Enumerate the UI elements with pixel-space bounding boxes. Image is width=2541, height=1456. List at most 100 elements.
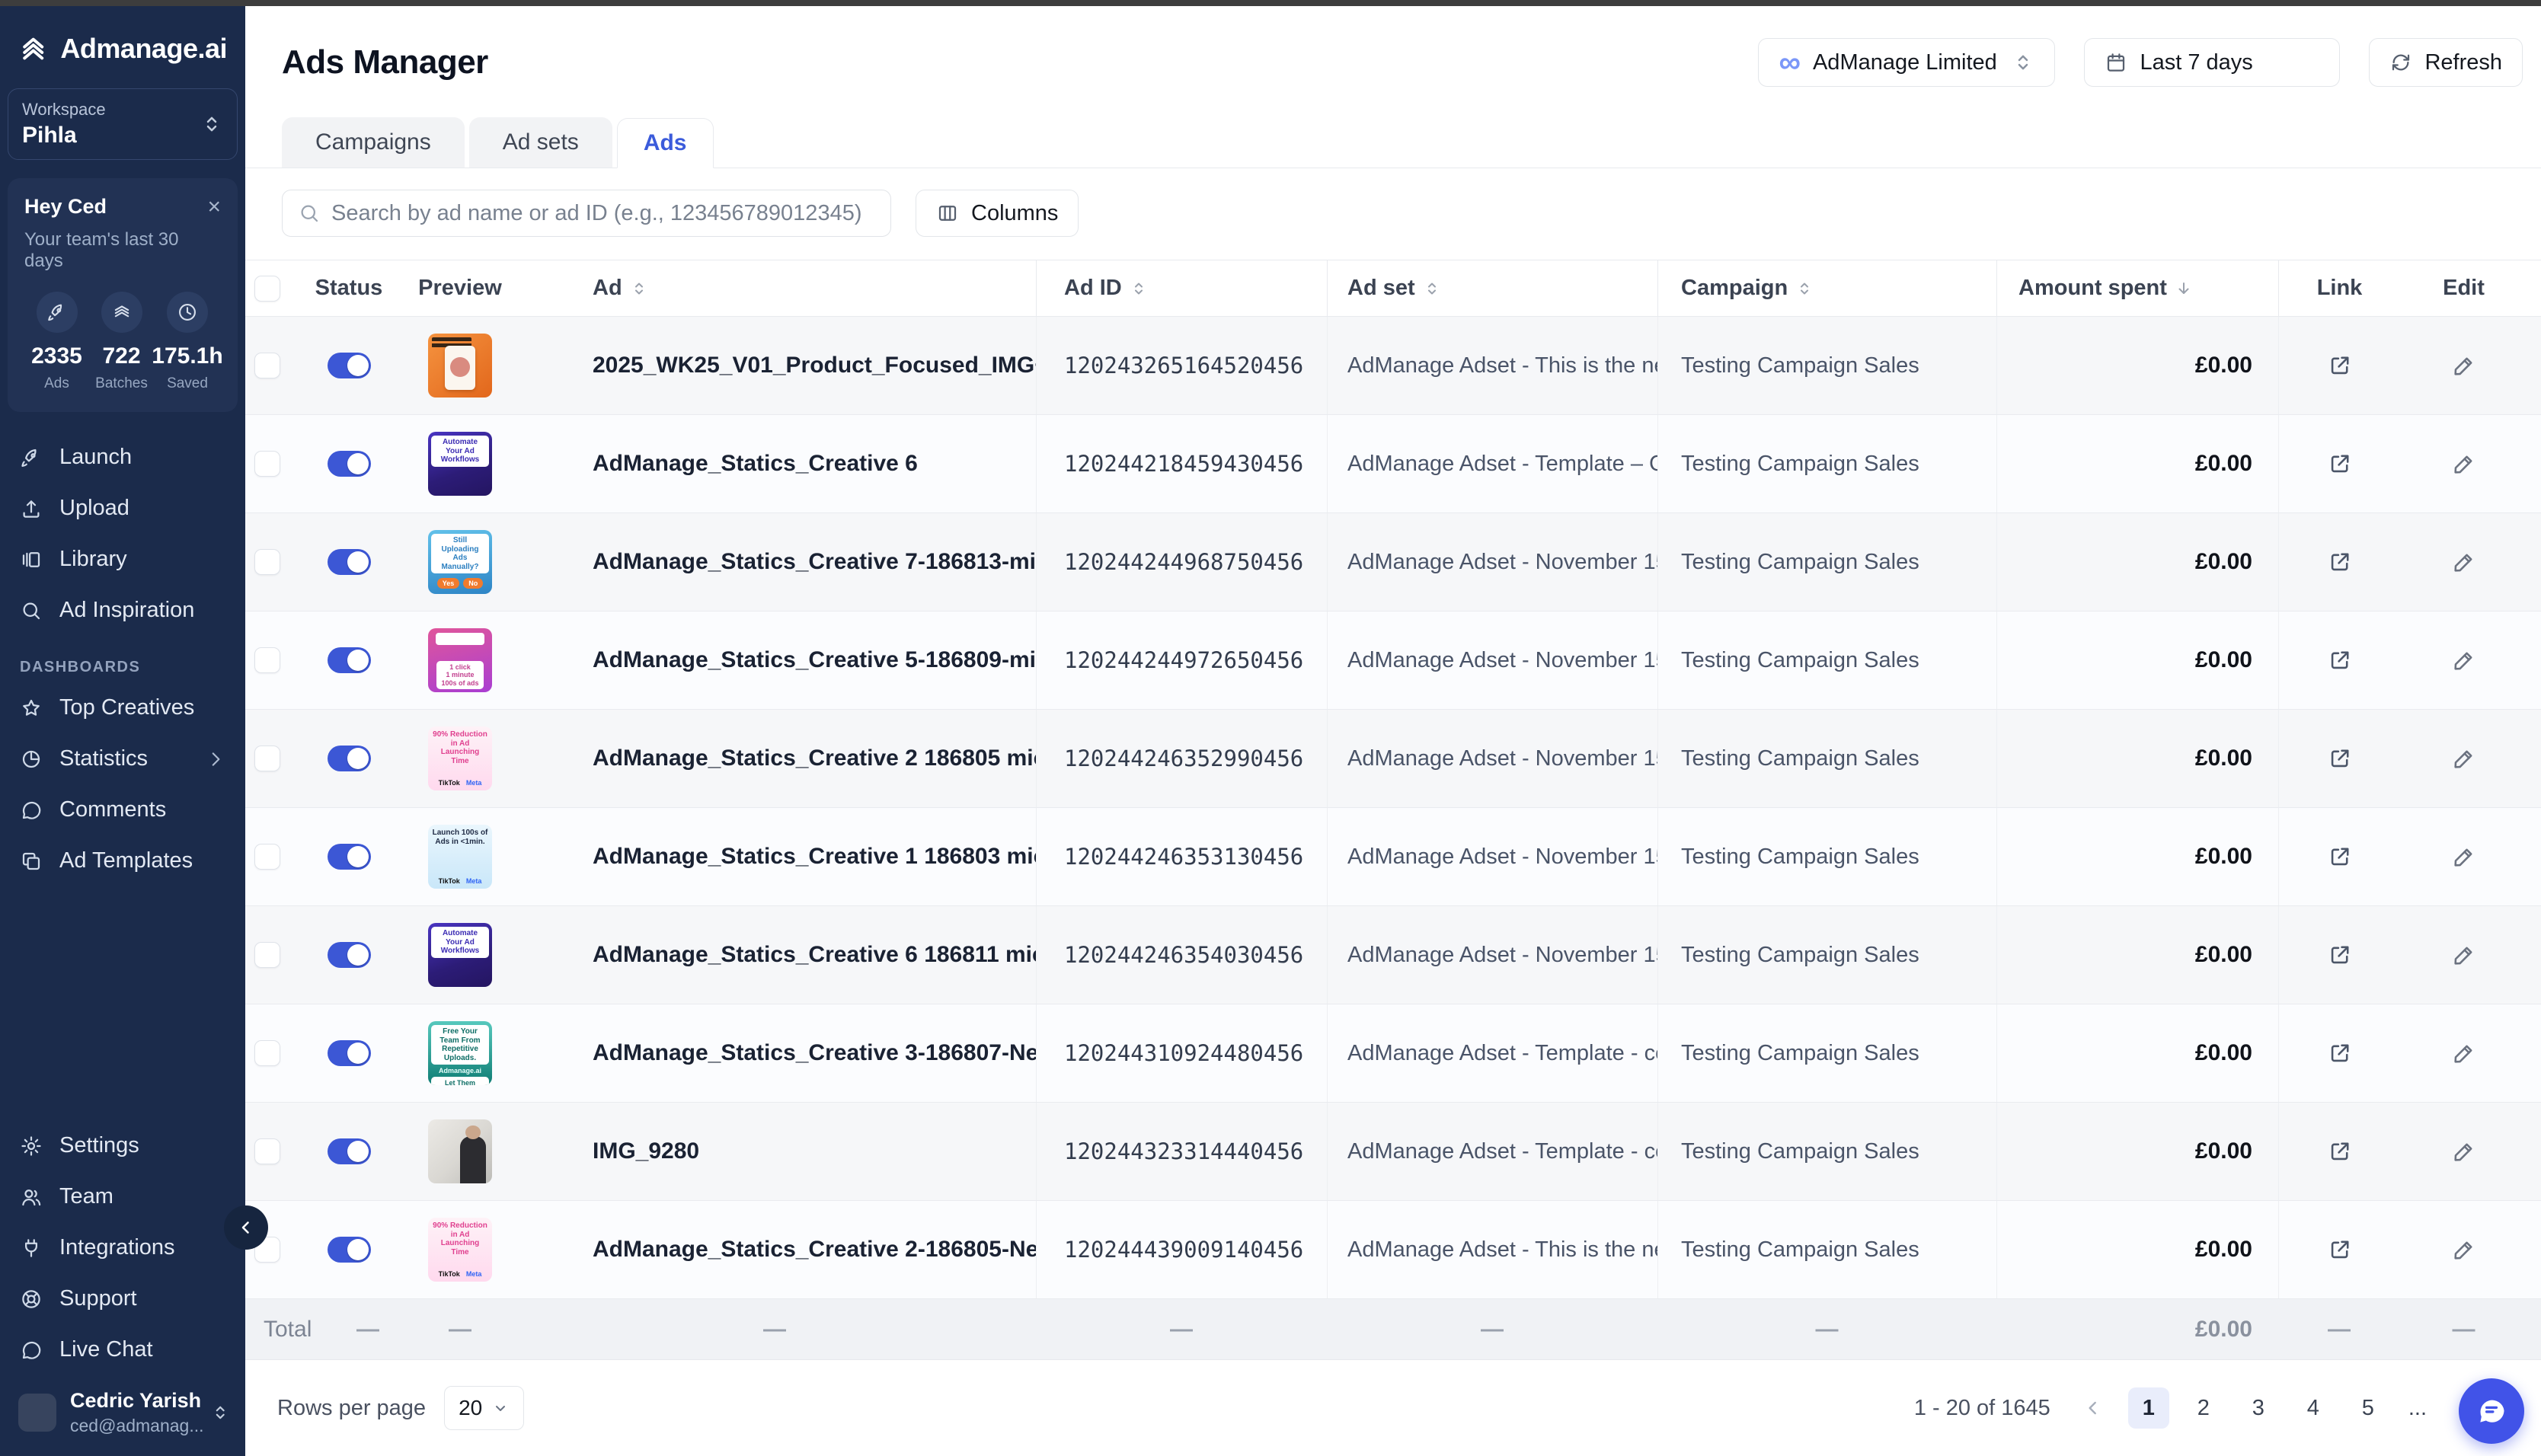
open-link-button[interactable] <box>2327 1237 2353 1263</box>
live-chat-fab[interactable] <box>2459 1378 2524 1444</box>
edit-ad-button[interactable] <box>2451 353 2477 378</box>
pagination-page-5[interactable]: 5 <box>2348 1387 2389 1429</box>
row-checkbox[interactable] <box>254 844 280 870</box>
select-all-checkbox[interactable] <box>254 276 280 302</box>
refresh-button[interactable]: Refresh <box>2369 38 2523 87</box>
column-header-amount-spent[interactable]: Amount spent <box>1996 260 2278 316</box>
open-link-button[interactable] <box>2327 844 2353 870</box>
edit-ad-button[interactable] <box>2451 647 2477 673</box>
sidebar-item-statistics[interactable]: Statistics <box>0 733 245 784</box>
row-checkbox[interactable] <box>254 1040 280 1066</box>
ad-name[interactable]: AdManage_Statics_Creative 6 186811 micka… <box>593 942 1036 968</box>
ad-name[interactable]: AdManage_Statics_Creative 5-186809-micka… <box>593 647 1036 673</box>
ad-preview-thumbnail[interactable]: Still Uploading Ads Manually?YesNo <box>428 530 492 594</box>
open-link-button[interactable] <box>2327 746 2353 771</box>
status-toggle[interactable] <box>328 647 371 673</box>
ad-name[interactable]: AdManage_Statics_Creative 2 186805 micka… <box>593 746 1036 771</box>
search-input[interactable] <box>331 201 875 226</box>
row-checkbox[interactable] <box>254 647 280 673</box>
workspace-selector[interactable]: Workspace Pihla <box>8 88 238 160</box>
ad-preview-thumbnail[interactable]: Automate Your Ad Workflows <box>428 432 492 496</box>
sidebar-collapse-button[interactable] <box>224 1205 268 1250</box>
rows-per-page-select[interactable]: 20 <box>444 1386 524 1430</box>
status-toggle[interactable] <box>328 746 371 771</box>
tab-ads[interactable]: Ads <box>617 118 714 168</box>
ad-name[interactable]: AdManage_Statics_Creative 6 <box>593 451 918 477</box>
account-selector[interactable]: ∞ AdManage Limited <box>1758 38 2055 87</box>
columns-button[interactable]: Columns <box>916 190 1079 237</box>
status-toggle[interactable] <box>328 942 371 968</box>
edit-ad-button[interactable] <box>2451 942 2477 968</box>
edit-ad-button[interactable] <box>2451 844 2477 870</box>
date-range-picker[interactable]: Last 7 days <box>2084 38 2340 87</box>
row-checkbox[interactable] <box>254 942 280 968</box>
sidebar-item-comments[interactable]: Comments <box>0 784 245 835</box>
search-box[interactable] <box>282 190 891 237</box>
sidebar-item-library[interactable]: Library <box>0 534 245 585</box>
tab-ad-sets[interactable]: Ad sets <box>469 117 612 168</box>
ad-preview-thumbnail[interactable] <box>428 1119 492 1183</box>
pagination-page-2[interactable]: 2 <box>2183 1387 2224 1429</box>
row-checkbox[interactable] <box>254 451 280 477</box>
status-toggle[interactable] <box>328 1138 371 1164</box>
open-link-button[interactable] <box>2327 549 2353 575</box>
ad-preview-thumbnail[interactable]: 1 click 1 minute 100s of ads <box>428 628 492 692</box>
sidebar-item-integrations[interactable]: Integrations <box>0 1222 245 1273</box>
ad-preview-thumbnail[interactable]: Automate Your Ad Workflows <box>428 923 492 987</box>
sidebar-item-launch[interactable]: Launch <box>0 432 245 483</box>
open-link-button[interactable] <box>2327 1138 2353 1164</box>
ad-name[interactable]: 2025_WK25_V01_Product_Focused_IMG+TEXT_( <box>593 353 1036 378</box>
ad-preview-thumbnail[interactable]: Launch 100s of Ads in <1min.TikTokMeta <box>428 825 492 889</box>
ad-preview-thumbnail[interactable]: 90% Reduction in Ad Launching TimeTikTok… <box>428 1218 492 1282</box>
status-toggle[interactable] <box>328 451 371 477</box>
tab-campaigns[interactable]: Campaigns <box>282 117 465 168</box>
status-toggle[interactable] <box>328 1040 371 1066</box>
user-menu[interactable]: Cedric Yarish ced@admanag... <box>0 1375 245 1456</box>
column-header-ad-set[interactable]: Ad set <box>1327 260 1657 316</box>
ad-name[interactable]: AdManage_Statics_Creative 2-186805-NewCr… <box>593 1237 1036 1263</box>
open-link-button[interactable] <box>2327 942 2353 968</box>
edit-ad-button[interactable] <box>2451 451 2477 477</box>
column-header-ad-id[interactable]: Ad ID <box>1036 260 1327 316</box>
status-toggle[interactable] <box>328 549 371 575</box>
pagination-page-4[interactable]: 4 <box>2293 1387 2334 1429</box>
row-checkbox[interactable] <box>254 549 280 575</box>
edit-ad-button[interactable] <box>2451 746 2477 771</box>
status-toggle[interactable] <box>328 353 371 378</box>
pagination-prev-button[interactable] <box>2078 1388 2108 1428</box>
pagination-page-1[interactable]: 1 <box>2128 1387 2169 1429</box>
edit-ad-button[interactable] <box>2451 1138 2477 1164</box>
status-toggle[interactable] <box>328 1237 371 1263</box>
open-link-button[interactable] <box>2327 647 2353 673</box>
sidebar-item-live-chat[interactable]: Live Chat <box>0 1324 245 1375</box>
column-header-campaign[interactable]: Campaign <box>1657 260 1996 316</box>
pagination-page-3[interactable]: 3 <box>2238 1387 2279 1429</box>
ad-preview-thumbnail[interactable]: Free Your Team From Repetitive Uploads.A… <box>428 1021 492 1085</box>
open-link-button[interactable] <box>2327 1040 2353 1066</box>
ad-preview-thumbnail[interactable]: 90% Reduction in Ad Launching TimeTikTok… <box>428 726 492 790</box>
logo[interactable]: Admanage.ai <box>0 6 245 73</box>
edit-ad-button[interactable] <box>2451 1040 2477 1066</box>
row-checkbox[interactable] <box>254 1138 280 1164</box>
edit-ad-button[interactable] <box>2451 1237 2477 1263</box>
sidebar-item-settings[interactable]: Settings <box>0 1120 245 1171</box>
edit-ad-button[interactable] <box>2451 549 2477 575</box>
row-checkbox[interactable] <box>254 353 280 378</box>
sidebar-item-ad-templates[interactable]: Ad Templates <box>0 835 245 886</box>
ad-name[interactable]: AdManage_Statics_Creative 3-186807-NewCr… <box>593 1040 1036 1066</box>
status-toggle[interactable] <box>328 844 371 870</box>
row-checkbox[interactable] <box>254 746 280 771</box>
ad-name[interactable]: IMG_9280 <box>593 1138 699 1164</box>
column-header-ad[interactable]: Ad <box>513 260 1036 316</box>
open-link-button[interactable] <box>2327 353 2353 378</box>
sidebar-item-ad-inspiration[interactable]: Ad Inspiration <box>0 585 245 636</box>
ad-name[interactable]: AdManage_Statics_Creative 7-186813-micka… <box>593 549 1036 575</box>
sidebar-item-upload[interactable]: Upload <box>0 483 245 534</box>
open-link-button[interactable] <box>2327 451 2353 477</box>
sidebar-item-top-creatives[interactable]: Top Creatives <box>0 682 245 733</box>
ad-name[interactable]: AdManage_Statics_Creative 1 186803 micka… <box>593 844 1036 870</box>
ad-preview-thumbnail[interactable] <box>428 334 492 398</box>
close-icon[interactable]: × <box>207 196 221 219</box>
sidebar-item-team[interactable]: Team <box>0 1171 245 1222</box>
sidebar-item-support[interactable]: Support <box>0 1273 245 1324</box>
